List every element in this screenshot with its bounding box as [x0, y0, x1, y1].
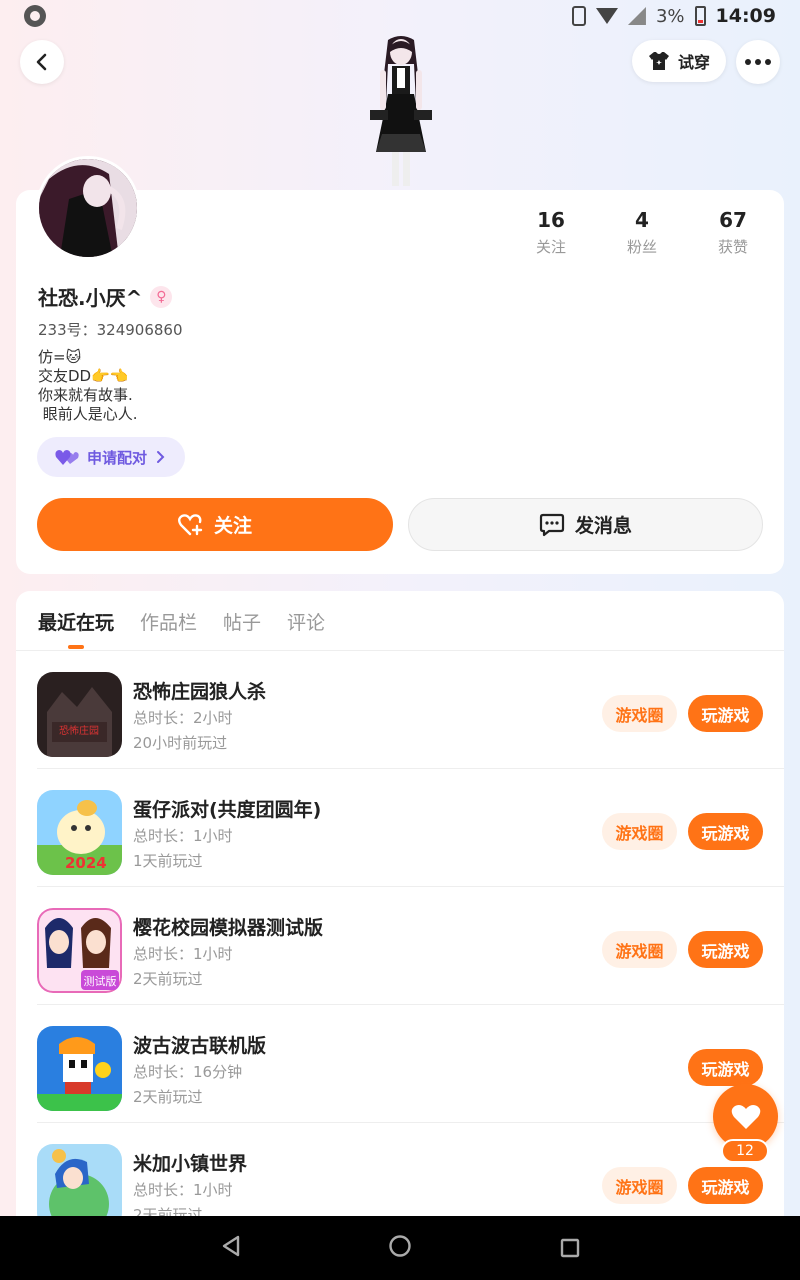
follow-label: 关注: [213, 515, 252, 537]
game-row[interactable]: 测试版 樱花校园模拟器测试版 总时长：1小时 2天前玩过 游戏圈 玩游戏: [16, 887, 784, 1005]
stat-followers[interactable]: 4 粉丝: [602, 208, 682, 257]
system-nav-bar: [0, 1216, 800, 1280]
shirt-icon: [648, 52, 669, 70]
try-on-button[interactable]: 试穿: [632, 40, 726, 82]
vibrate-icon: [571, 6, 586, 26]
user-id[interactable]: 233号：324906860: [38, 319, 183, 340]
app-status-icon: [24, 5, 46, 27]
game-name: 米加小镇世界: [133, 1153, 248, 1175]
game-name: 波古波古联机版: [133, 1035, 267, 1057]
chevron-right-icon: [157, 451, 165, 463]
heart-icon: [731, 1104, 760, 1129]
game-circle-button[interactable]: 游戏圈: [602, 813, 677, 850]
play-game-button[interactable]: 玩游戏: [688, 1167, 763, 1204]
stat-number: 16: [537, 208, 565, 232]
svg-text:测试版: 测试版: [84, 974, 117, 988]
game-name: 樱花校园模拟器测试版: [133, 917, 324, 939]
send-message-button[interactable]: 发消息: [408, 498, 763, 551]
stat-label: 获赞: [717, 238, 748, 256]
game-duration: 总时长：2小时: [133, 709, 233, 727]
more-dots-icon: [745, 59, 771, 65]
game-icon[interactable]: 恐怖庄园: [37, 672, 122, 757]
game-duration: 总时长：1小时: [133, 945, 233, 963]
play-game-button[interactable]: 玩游戏: [688, 931, 763, 968]
status-bar: 3% 14:09: [0, 0, 800, 32]
apply-pair-label: 申请配对: [87, 448, 148, 467]
chat-bubble-icon: [539, 513, 565, 536]
send-message-label: 发消息: [574, 515, 632, 537]
tab-posts[interactable]: 帖子: [223, 608, 261, 635]
try-on-label: 试穿: [677, 53, 710, 72]
avatar-figure-image: [370, 36, 432, 186]
game-name: 恐怖庄园狼人杀: [133, 681, 267, 703]
double-heart-icon: [55, 450, 79, 465]
tab-recently-played[interactable]: 最近在玩: [38, 608, 114, 649]
back-button[interactable]: [20, 40, 64, 84]
tab-works[interactable]: 作品栏: [140, 608, 197, 635]
heart-plus-icon: [178, 513, 203, 535]
back-triangle-icon[interactable]: [220, 1234, 242, 1258]
battery-icon: [694, 6, 706, 26]
home-circle-icon[interactable]: [388, 1234, 412, 1258]
stat-label: 粉丝: [626, 238, 657, 256]
game-last-played: 1天前玩过: [133, 852, 203, 870]
stat-number: 4: [635, 208, 649, 232]
more-button[interactable]: [736, 40, 780, 84]
games-list-card: 最近在玩 作品栏 帖子 评论 恐怖庄园 恐怖庄园狼人杀 总时长：2小时 20小时…: [16, 591, 784, 1231]
battery-percent: 3%: [655, 5, 685, 27]
game-row[interactable]: 波古波古联机版 总时长：16分钟 2天前玩过 玩游戏: [16, 1005, 784, 1123]
tab-comments[interactable]: 评论: [287, 608, 325, 635]
no-signal-icon: [627, 7, 646, 25]
game-duration: 总时长：1小时: [133, 827, 233, 845]
bio-line: 你来就有故事.: [38, 386, 133, 404]
female-gender-icon: ♀: [150, 285, 173, 308]
bio-line: 仿=🐱: [38, 348, 82, 366]
game-last-played: 2天前玩过: [133, 1088, 203, 1106]
username-row: 社恐.小厌^ ♀: [38, 282, 173, 311]
follow-button[interactable]: 关注: [37, 498, 393, 551]
clock: 14:09: [715, 5, 776, 27]
stat-following[interactable]: 16 关注: [511, 208, 591, 257]
username: 社恐.小厌^: [38, 286, 143, 310]
game-duration: 总时长：16分钟: [133, 1063, 243, 1081]
game-row[interactable]: 米加小镇世界 总时长：1小时 2天前玩过 游戏圈 玩游戏: [16, 1123, 784, 1231]
apply-pair-button[interactable]: 申请配对: [37, 437, 185, 477]
stat-label: 关注: [535, 238, 566, 256]
bio-line: 眼前人是心人.: [38, 405, 138, 423]
avatar[interactable]: [36, 156, 140, 260]
profile-tabs: 最近在玩 作品栏 帖子 评论: [38, 608, 325, 649]
stat-number: 67: [719, 208, 747, 232]
game-last-played: 2天前玩过: [133, 970, 203, 988]
game-duration: 总时长：1小时: [133, 1181, 233, 1199]
game-icon[interactable]: 测试版: [37, 908, 122, 993]
game-circle-button[interactable]: 游戏圈: [602, 695, 677, 732]
stat-likes[interactable]: 67 获赞: [693, 208, 773, 257]
game-row[interactable]: 2024 蛋仔派对(共度团圆年) 总时长：1小时 1天前玩过 游戏圈 玩游戏: [16, 769, 784, 887]
play-game-button[interactable]: 玩游戏: [688, 813, 763, 850]
like-count-badge: 12: [721, 1139, 769, 1163]
game-circle-button[interactable]: 游戏圈: [602, 931, 677, 968]
svg-text:恐怖庄园: 恐怖庄园: [59, 724, 99, 737]
game-row[interactable]: 恐怖庄园 恐怖庄园狼人杀 总时长：2小时 20小时前玩过 游戏圈 玩游戏: [16, 651, 784, 769]
bio: 仿=🐱 交友DD👉👈 你来就有故事. 眼前人是心人.: [38, 348, 138, 424]
play-game-button[interactable]: 玩游戏: [688, 1049, 763, 1086]
chevron-left-icon: [36, 53, 47, 71]
wifi-icon: [595, 8, 618, 24]
game-last-played: 20小时前玩过: [133, 734, 228, 752]
game-name: 蛋仔派对(共度团圆年): [133, 799, 322, 821]
game-circle-button[interactable]: 游戏圈: [602, 1167, 677, 1204]
play-game-button[interactable]: 玩游戏: [688, 695, 763, 732]
game-icon[interactable]: 2024: [37, 790, 122, 875]
game-icon[interactable]: [37, 1026, 122, 1111]
recents-square-icon[interactable]: [560, 1238, 580, 1258]
bio-line: 交友DD👉👈: [38, 367, 129, 385]
svg-text:2024: 2024: [65, 854, 107, 872]
